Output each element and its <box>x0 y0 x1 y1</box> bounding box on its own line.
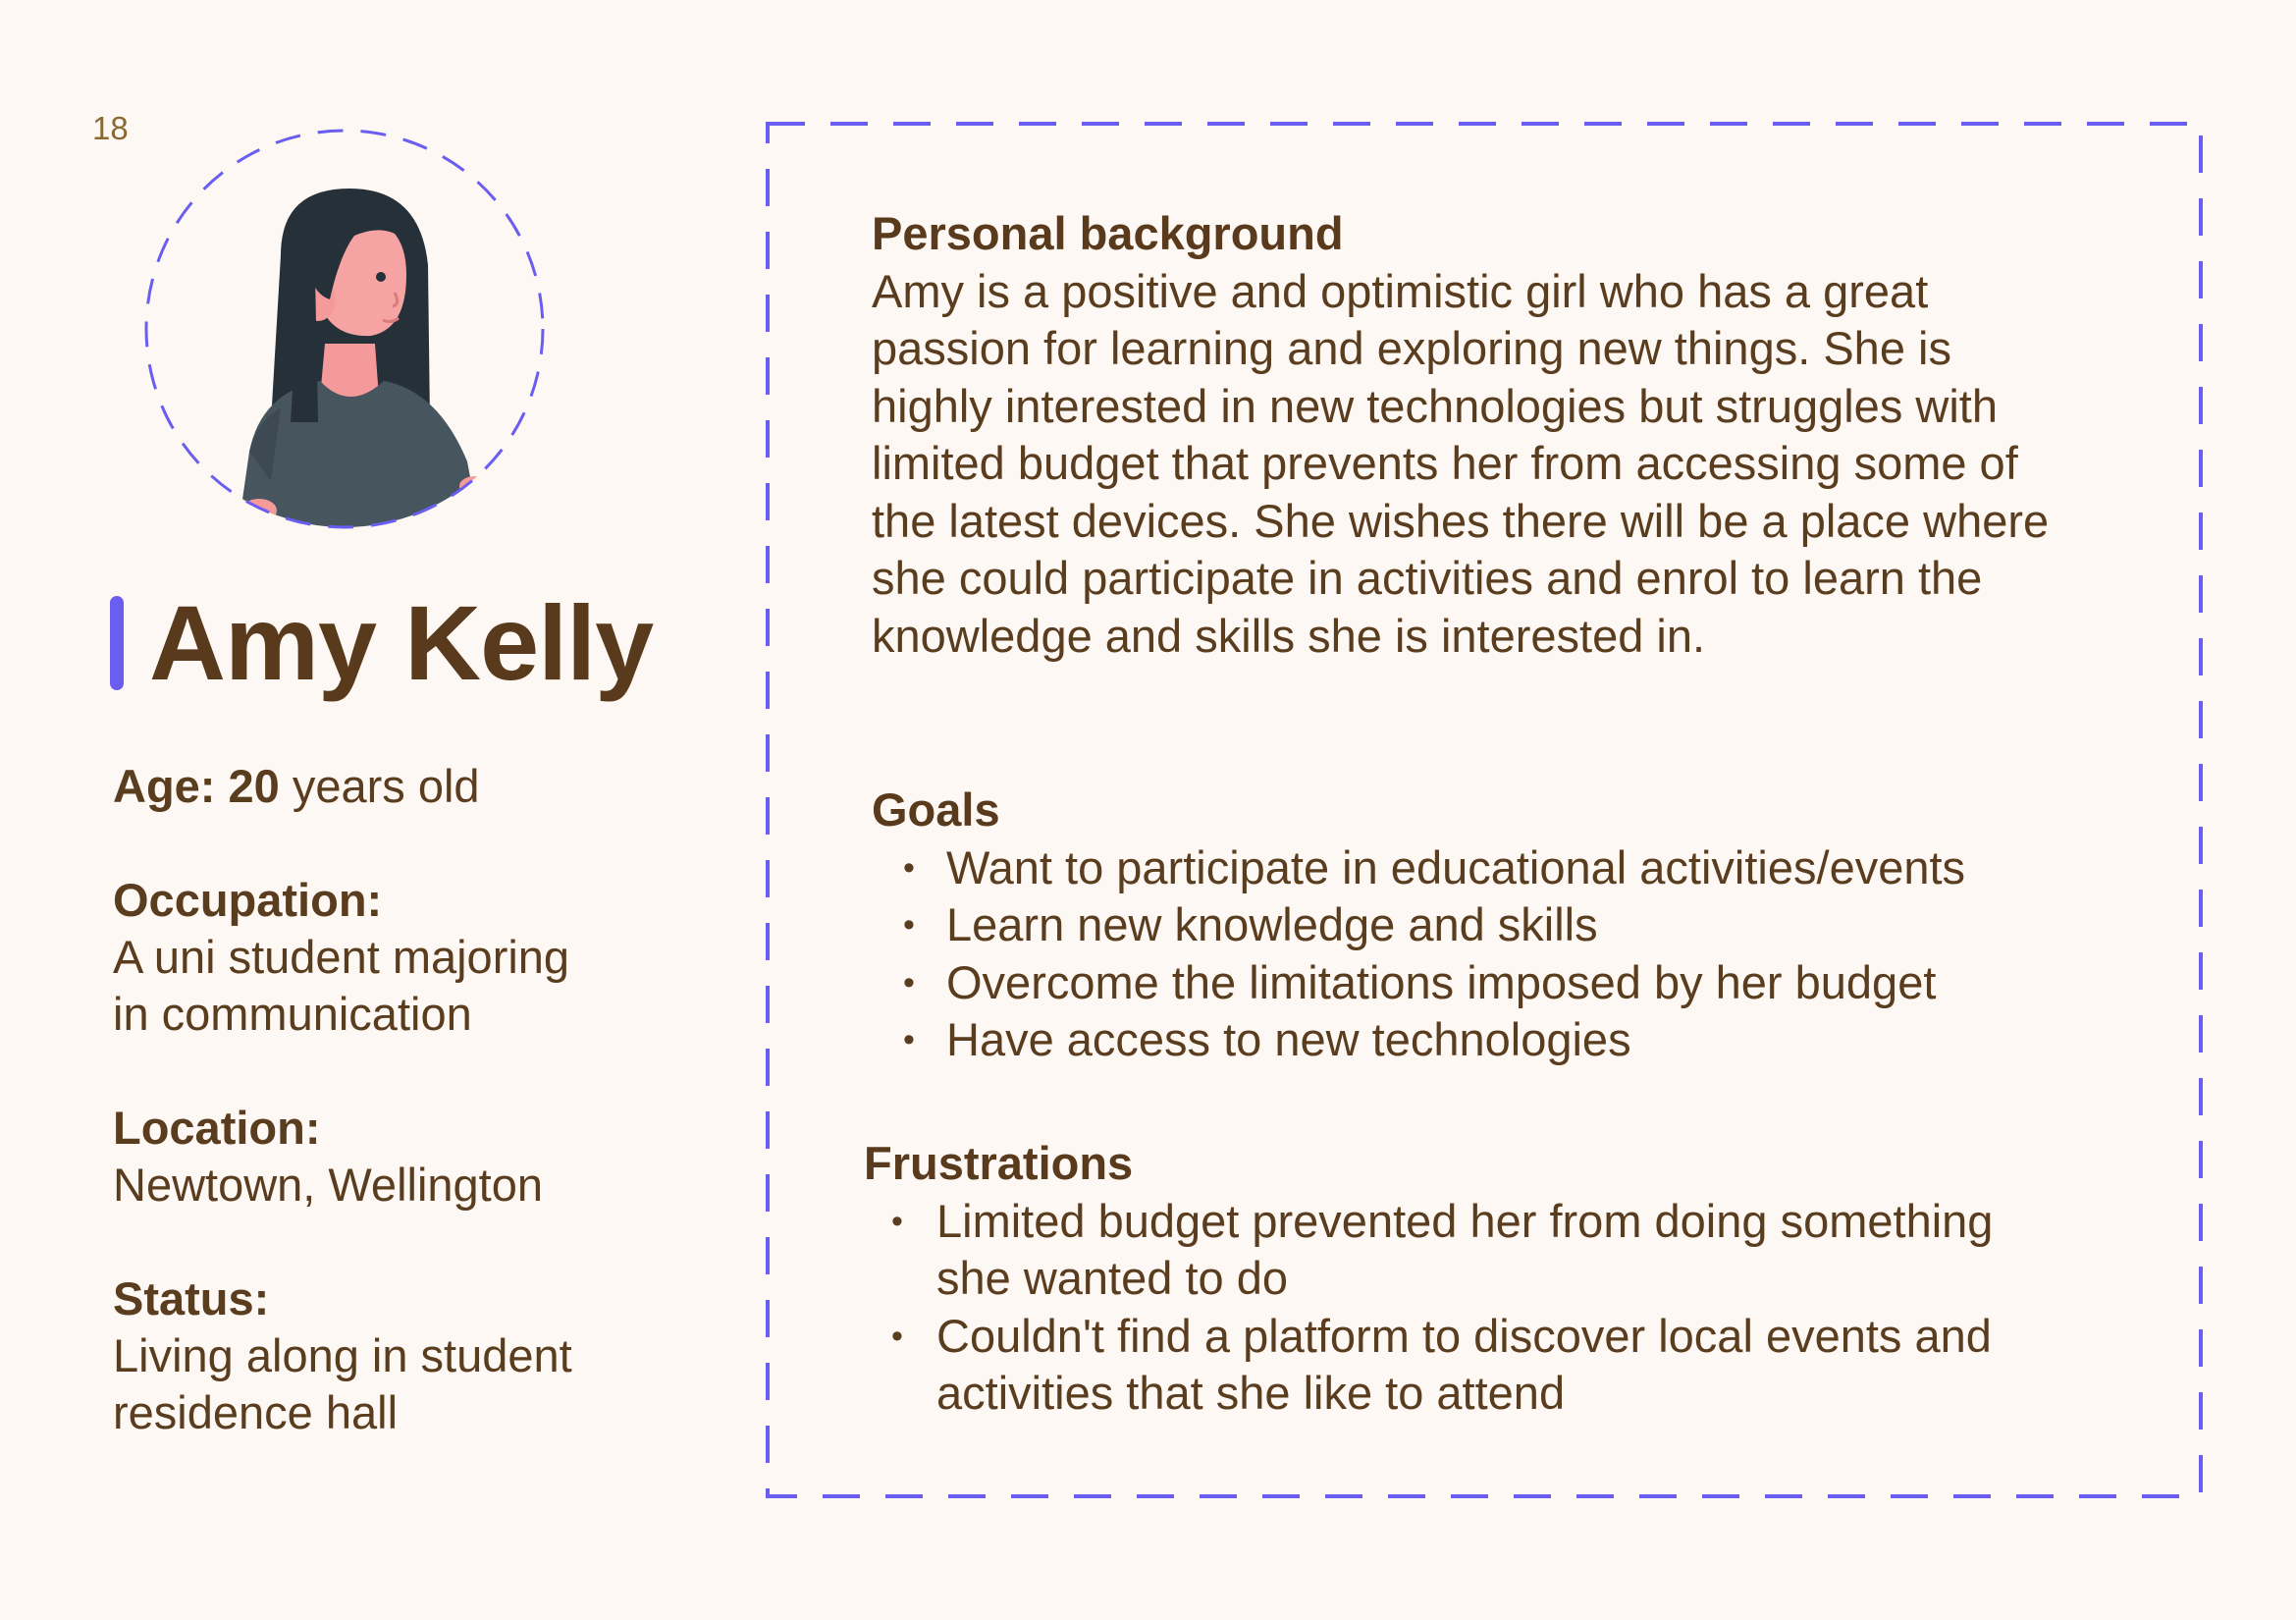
fact-status-label: Status: <box>113 1272 270 1324</box>
fact-status: Status: Living along in student residenc… <box>113 1270 663 1441</box>
frustration-line: Limited budget prevented her from doing … <box>936 1194 1994 1247</box>
persona-facts: Age: 20 years old Occupation: A uni stud… <box>113 758 663 1498</box>
persona-name-block: Amy Kelly <box>110 583 654 702</box>
background-line: knowledge and skills she is interested i… <box>872 609 1706 662</box>
persona-avatar <box>143 128 546 530</box>
frustration-line: she wanted to do <box>936 1252 1288 1304</box>
frustrations-section: Frustrations Limited budget prevented he… <box>864 1135 2140 1423</box>
fact-location: Location: Newtown, Wellington <box>113 1100 663 1214</box>
background-line: she could participate in activities and … <box>872 552 1983 604</box>
goals-list: Want to participate in educational activ… <box>872 839 2148 1069</box>
fact-occupation-line-1: A uni student majoring <box>113 931 570 983</box>
frustration-item: Limited budget prevented her from doing … <box>864 1193 2140 1308</box>
woman-avatar-icon <box>144 129 545 529</box>
fact-location-value: Newtown, Wellington <box>113 1159 544 1211</box>
personal-background-title: Personal background <box>872 207 1344 259</box>
goal-item: Want to participate in educational activ… <box>872 839 2148 897</box>
goals-title: Goals <box>872 783 1000 836</box>
frustration-item: Couldn't find a platform to discover loc… <box>864 1308 2140 1423</box>
fact-age-number: 20 <box>228 760 280 812</box>
goals-section: Goals Want to participate in educational… <box>872 782 2148 1069</box>
name-accent-bar <box>110 596 124 690</box>
fact-age-label: Age: <box>113 760 216 812</box>
personal-background-section: Personal background Amy is a positive an… <box>872 205 2148 665</box>
goal-item: Have access to new technologies <box>872 1011 2148 1069</box>
background-line: highly interested in new technologies bu… <box>872 379 1998 432</box>
persona-name: Amy Kelly <box>149 583 654 702</box>
fact-status-line-1: Living along in student <box>113 1329 572 1381</box>
frustration-line: Couldn't find a platform to discover loc… <box>936 1309 1992 1362</box>
goal-item: Overcome the limitations imposed by her … <box>872 954 2148 1012</box>
goal-item: Learn new knowledge and skills <box>872 896 2148 954</box>
fact-status-line-2: residence hall <box>113 1386 399 1438</box>
fact-occupation-label: Occupation: <box>113 874 383 926</box>
fact-occupation-line-2: in communication <box>113 988 472 1040</box>
background-line: the latest devices. She wishes there wil… <box>872 494 2050 547</box>
frustration-line: activities that she like to attend <box>936 1367 1566 1419</box>
background-line: limited budget that prevents her from ac… <box>872 437 2018 489</box>
fact-age-value: 20 years old <box>229 760 480 812</box>
frustrations-title: Frustrations <box>864 1137 1134 1189</box>
fact-age-unit: years old <box>279 760 480 812</box>
frustrations-list: Limited budget prevented her from doing … <box>864 1193 2140 1423</box>
fact-occupation: Occupation: A uni student majoring in co… <box>113 872 663 1043</box>
fact-age: Age: 20 years old <box>113 758 663 815</box>
page-number: 18 <box>92 110 129 146</box>
background-line: Amy is a positive and optimistic girl wh… <box>872 264 1929 317</box>
background-line: passion for learning and exploring new t… <box>872 322 1951 374</box>
fact-location-label: Location: <box>113 1102 321 1154</box>
